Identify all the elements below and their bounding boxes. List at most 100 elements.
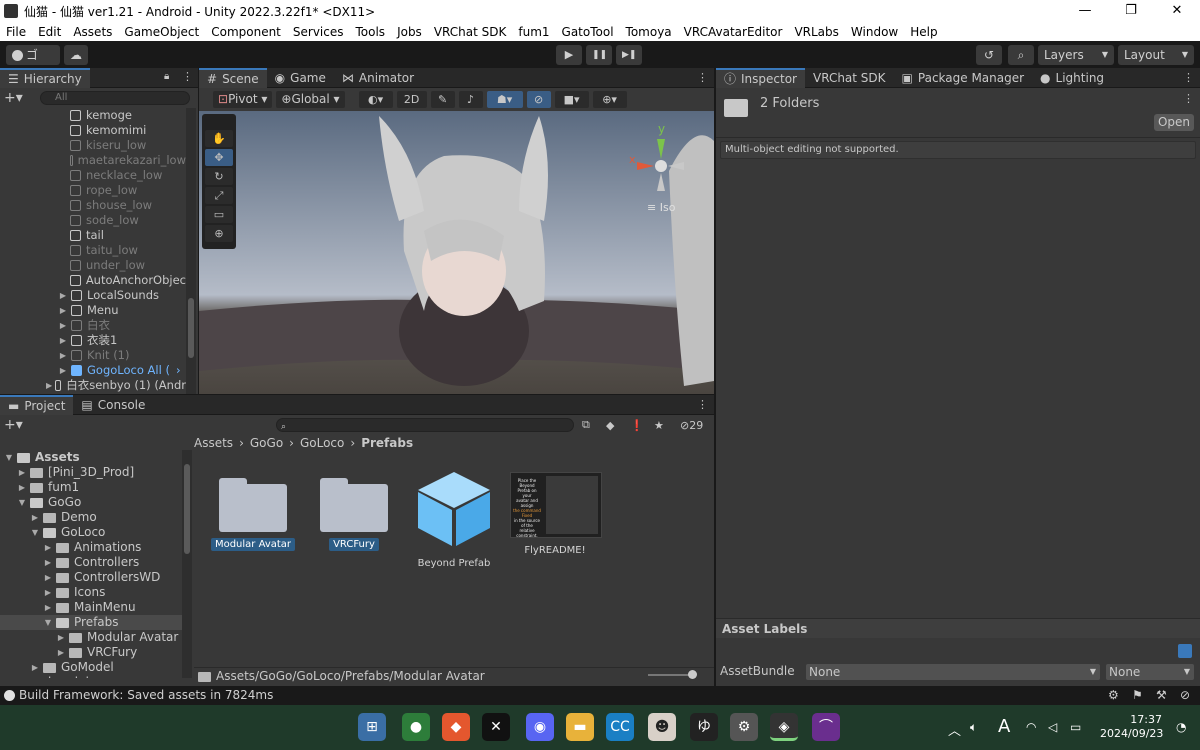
layout-dropdown[interactable]: Layout ▼ [1118,45,1194,65]
favorite-icon[interactable]: ★ [654,419,664,432]
pause-button[interactable]: ❚❚ [586,45,612,65]
hierarchy-item[interactable]: ▶ 白衣 [0,318,186,333]
cc-app-icon[interactable]: CC [606,713,634,741]
more-icon[interactable]: ⋮ [697,71,708,84]
camera-dropdown[interactable]: ■▾ [554,90,589,108]
layers-dropdown[interactable]: Layers ▼ [1038,45,1114,65]
hierarchy-item[interactable]: ▶ 白衣senbyo (1) (Andr [0,378,186,393]
debug-icon[interactable]: ⚙ [1108,686,1119,705]
notification-icon[interactable]: ◔ [1176,720,1186,734]
filter-type-icon[interactable]: ⧉ [582,418,590,432]
project-tree-item[interactable]: ▶ VRCFury [0,645,182,660]
expand-arrow-icon[interactable]: ▶ [17,480,27,495]
chart-app-icon[interactable]: ⌒ [812,713,840,741]
breadcrumb-item[interactable]: GoGo [250,434,283,452]
file-explorer-icon[interactable]: ▬ [566,713,594,741]
hierarchy-item[interactable]: shouse_low [0,198,186,213]
global-dropdown[interactable]: ⊕Global ▾ [276,90,345,108]
breadcrumb-item[interactable]: GoLoco [300,434,344,452]
project-tree-scroll-thumb[interactable] [184,464,190,554]
expand-arrow-icon[interactable]: ▶ [43,600,53,615]
collapse-arrow-icon[interactable]: ▼ [43,615,53,630]
menu-item-window[interactable]: Window [845,25,904,39]
chrome-icon[interactable]: ● [402,713,430,741]
effects-dropdown[interactable]: ☗▾ [486,90,523,108]
menu-item-vrchat-sdk[interactable]: VRChat SDK [428,25,513,39]
project-tree-item[interactable]: ▶ fum1 [0,480,182,495]
play-button[interactable]: ▶ [556,45,582,65]
volume-mute-icon[interactable]: 🔈︎ [970,720,977,735]
start-icon[interactable]: ⊞ [358,713,386,741]
status-message[interactable]: Build Framework: Saved assets in 7824ms [19,688,273,702]
cloud-button[interactable]: ☁ [64,45,88,65]
expand-arrow-icon[interactable]: ▶ [58,288,68,303]
project-tree-item[interactable]: ▼ Assets [0,450,182,465]
project-tree-item[interactable]: ▶ MainMenu [0,600,182,615]
lock-icon[interactable]: 🔒︎ [164,71,169,82]
more-icon[interactable]: ⋮ [1183,71,1194,84]
expand-arrow-icon[interactable]: ▶ [17,675,27,678]
project-tree-item[interactable]: ▶ Animations [0,540,182,555]
cache-icon[interactable]: ⊘ [1180,686,1190,705]
hierarchy-item[interactable]: kemoge [0,108,186,123]
expand-arrow-icon[interactable]: ▶ [43,570,53,585]
expand-arrow-icon[interactable]: ▶ [30,510,40,525]
graphics-icon[interactable]: ⚑ [1132,686,1143,705]
mode-2d-button[interactable]: 2D [396,90,427,108]
project-tree-item[interactable]: ▼ Prefabs [0,615,182,630]
hierarchy-item[interactable]: under_low [0,258,186,273]
network-icon[interactable]: ⚒ [1156,686,1167,705]
wifi-icon[interactable]: ◠ [1026,720,1036,734]
menu-item-component[interactable]: Component [205,25,287,39]
collapse-arrow-icon[interactable]: ▼ [30,525,40,540]
expand-arrow-icon[interactable]: ▶ [43,540,53,555]
battery-icon[interactable]: ▭ [1070,720,1081,734]
hierarchy-item[interactable]: tail [0,228,186,243]
project-search-input[interactable]: ⌕ [276,418,574,432]
add-button[interactable]: +▾ [4,90,30,106]
chevron-right-icon[interactable]: › [176,363,181,378]
gizmo-center[interactable] [655,160,667,172]
discord-icon[interactable]: ◉ [526,713,554,741]
create-button[interactable]: +▾ [4,417,30,433]
menu-item-edit[interactable]: Edit [32,25,67,39]
hidden-packages-button[interactable]: ⊘29 [680,419,703,432]
hierarchy-item[interactable]: ▶ 衣装1 [0,333,186,348]
asset-item[interactable]: Place the Beyond Prefab on your avatar and… [510,470,602,557]
hierarchy-item[interactable]: ▶ LocalSounds [0,288,186,303]
breadcrumb-item[interactable]: Prefabs [361,434,413,452]
x-app-icon[interactable]: ✕ [482,713,510,741]
pivot-dropdown[interactable]: ⊡Pivot ▾ [213,90,273,108]
menu-item-jobs[interactable]: Jobs [391,25,428,39]
history-button[interactable]: ↺ [976,45,1002,65]
asset-bundle-variant-dropdown[interactable]: None ▼ [1106,664,1194,680]
audio-toggle[interactable]: ♪ [458,90,483,108]
lighting-toggle[interactable]: ✎ [430,90,455,108]
expand-arrow-icon[interactable]: ▶ [43,555,53,570]
minimize-button[interactable]: — [1062,0,1108,22]
hierarchy-item[interactable]: necklace_low [0,168,186,183]
expand-arrow-icon[interactable]: ▶ [58,333,68,348]
step-button[interactable]: ▶❚ [616,45,642,65]
hierarchy-item[interactable]: ▶ GogoLoco All (› [0,363,186,378]
maximize-button[interactable]: ❐ [1108,0,1154,22]
hiragana-app-icon[interactable]: ゆ [690,713,718,741]
search-button[interactable]: ⌕ [1008,45,1034,65]
filter-label-icon[interactable]: ◆ [606,419,614,432]
scene-viewport[interactable]: y x ≡ Iso ✋ ✥ ↻ ⤢ ▭ ⊕ [199,111,714,394]
open-button[interactable]: Open [1154,114,1194,131]
project-tree-item[interactable]: ▶ GoModel [0,660,182,675]
tab-lighting[interactable]: ● Lighting [1032,68,1112,88]
brave-icon[interactable]: ◆ [442,713,470,741]
clock[interactable]: 17:37 2024/09/23 [1100,713,1163,741]
project-tree-item[interactable]: ▶ Demo [0,510,182,525]
icon-size-slider-thumb[interactable] [688,670,697,679]
project-tree-item[interactable]: ▶ Controllers [0,555,182,570]
menu-item-tools[interactable]: Tools [350,25,392,39]
project-tree-item[interactable]: ▶ [Pini_3D_Prod] [0,465,182,480]
menu-item-vrcavatareditor[interactable]: VRCAvatarEditor [678,25,789,39]
rect-tool[interactable]: ▭ [205,206,233,223]
tab-hierarchy[interactable]: ☰ Hierarchy [0,67,90,88]
close-button[interactable]: ✕ [1154,0,1200,22]
more-icon[interactable]: ⋮ [1183,92,1194,105]
